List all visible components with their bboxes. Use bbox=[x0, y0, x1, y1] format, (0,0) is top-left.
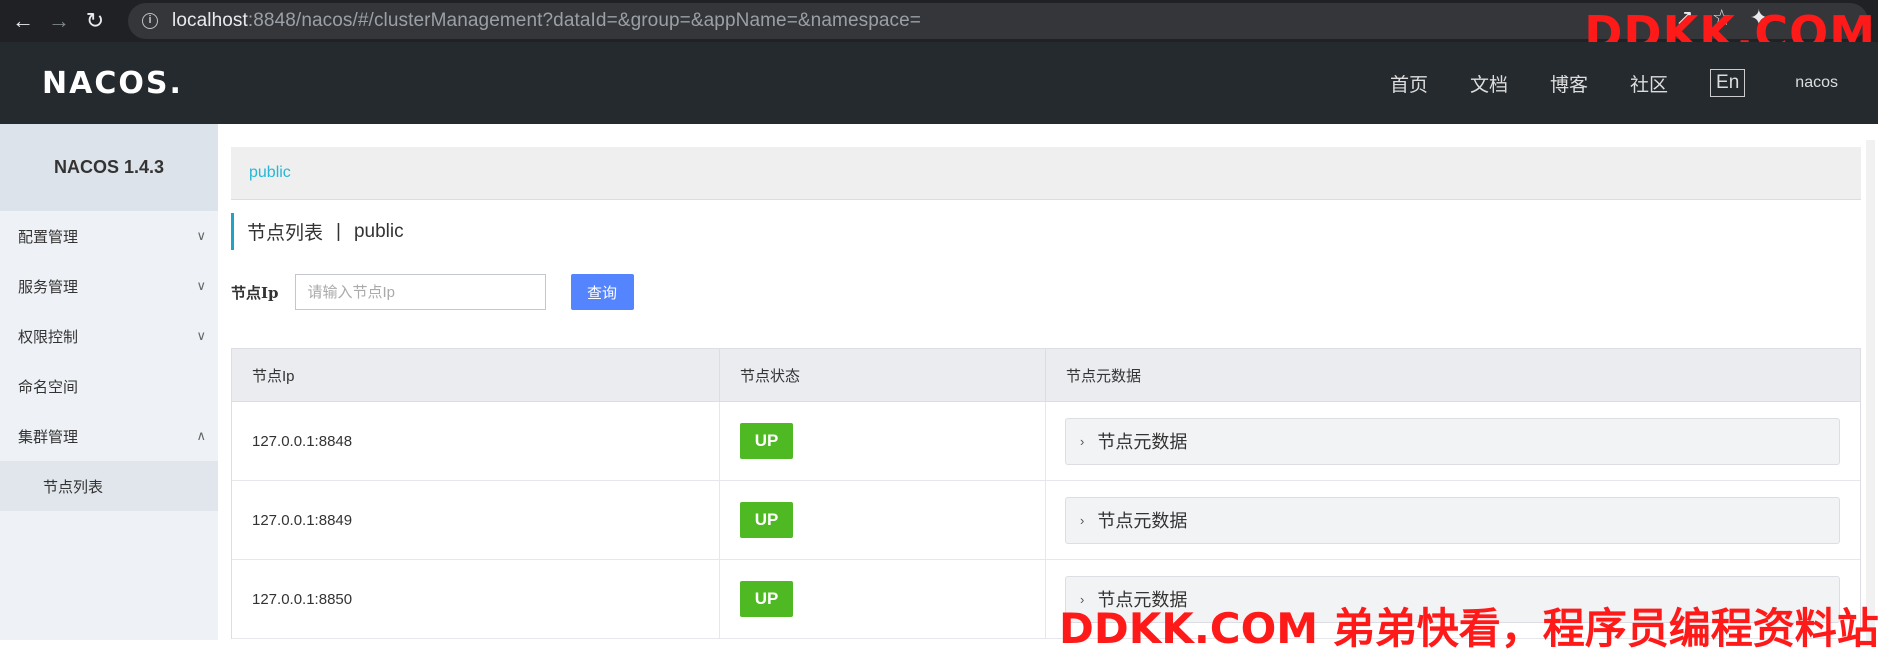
browser-toolbar: ← → ↻ i localhost:8848/nacos/#/clusterMa… bbox=[0, 0, 1878, 60]
metadata-label: 节点元数据 bbox=[1097, 432, 1188, 452]
sidebar-item-config[interactable]: 配置管理 ∨ bbox=[0, 211, 218, 261]
user-menu[interactable]: nacos bbox=[1795, 74, 1838, 92]
nav-community[interactable]: 社区 bbox=[1630, 70, 1668, 97]
chevron-down-icon: ∨ bbox=[196, 328, 206, 343]
metadata-label: 节点元数据 bbox=[1097, 511, 1188, 531]
node-ip-input[interactable] bbox=[294, 274, 546, 310]
page-scrollbar[interactable] bbox=[1866, 140, 1875, 640]
metadata-collapse[interactable]: › 节点元数据 bbox=[1065, 417, 1840, 465]
back-icon[interactable]: ← bbox=[10, 8, 36, 34]
chevron-down-icon: ∨ bbox=[196, 228, 206, 243]
page-title: 节点列表 | public bbox=[231, 213, 404, 250]
url-text: localhost:8848/nacos/#/clusterManagement… bbox=[172, 10, 921, 32]
table-header: 节点Ip 节点状态 节点元数据 bbox=[232, 349, 1860, 402]
query-button[interactable]: 查询 bbox=[570, 274, 634, 310]
status-badge: UP bbox=[740, 581, 793, 617]
namespace-bar: public bbox=[231, 147, 1861, 200]
sidebar-item-namespace[interactable]: 命名空间 bbox=[0, 361, 218, 411]
sidebar-item-label: 服务管理 bbox=[18, 278, 79, 296]
sidebar-item-label: 配置管理 bbox=[18, 228, 79, 246]
chevron-right-icon: › bbox=[1080, 512, 1085, 528]
app-header: NACOS. 首页 文档 博客 社区 En nacos bbox=[0, 42, 1878, 124]
node-ip-cell: 127.0.0.1:8849 bbox=[232, 481, 720, 559]
namespace-link[interactable]: public bbox=[249, 164, 291, 182]
column-header-ip: 节点Ip bbox=[232, 349, 720, 401]
sidebar-item-label: 权限控制 bbox=[18, 328, 79, 346]
page-title-namespace: public bbox=[353, 220, 404, 242]
chevron-up-icon: ∧ bbox=[196, 428, 206, 443]
column-header-metadata: 节点元数据 bbox=[1066, 367, 1142, 385]
nav-home[interactable]: 首页 bbox=[1390, 70, 1428, 97]
sidebar-item-service[interactable]: 服务管理 ∨ bbox=[0, 261, 218, 311]
status-badge: UP bbox=[740, 423, 793, 459]
node-ip-cell: 127.0.0.1:8850 bbox=[232, 560, 720, 638]
site-info-icon[interactable]: i bbox=[142, 13, 158, 29]
nav-docs[interactable]: 文档 bbox=[1470, 70, 1508, 97]
sidebar-item-label: 命名空间 bbox=[18, 378, 79, 396]
metadata-cell: › 节点元数据 bbox=[1046, 481, 1860, 559]
sidebar: NACOS 1.4.3 配置管理 ∨ 服务管理 ∨ 权限控制 ∨ 命名空间 集群… bbox=[0, 124, 218, 640]
sidebar-item-label: 集群管理 bbox=[18, 428, 79, 446]
status-cell: UP bbox=[720, 402, 1046, 480]
status-badge: UP bbox=[740, 502, 793, 538]
node-ip-cell: 127.0.0.1:8848 bbox=[232, 402, 720, 480]
watermark-bottom: DDKK.COM 弟弟快看，程序员编程资料站 bbox=[1059, 604, 1878, 653]
sidebar-item-cluster[interactable]: 集群管理 ∧ bbox=[0, 411, 218, 461]
title-separator: | bbox=[336, 220, 341, 242]
nacos-logo[interactable]: NACOS. bbox=[42, 66, 183, 101]
sidebar-subitem-node-list[interactable]: 节点列表 bbox=[0, 461, 218, 511]
search-form: 节点Ip 查询 bbox=[231, 274, 634, 310]
search-label: 节点Ip bbox=[231, 283, 279, 302]
page-title-text: 节点列表 bbox=[247, 223, 324, 244]
column-header-status: 节点状态 bbox=[720, 349, 1046, 401]
reload-icon[interactable]: ↻ bbox=[82, 8, 108, 34]
nav-blog[interactable]: 博客 bbox=[1550, 70, 1588, 97]
status-cell: UP bbox=[720, 481, 1046, 559]
metadata-cell: › 节点元数据 bbox=[1046, 402, 1860, 480]
chevron-down-icon: ∨ bbox=[196, 278, 206, 293]
metadata-collapse[interactable]: › 节点元数据 bbox=[1065, 496, 1840, 544]
top-nav: 首页 文档 博客 社区 En nacos bbox=[1348, 42, 1856, 124]
forward-icon[interactable]: → bbox=[46, 8, 72, 34]
status-cell: UP bbox=[720, 560, 1046, 638]
url-path: :8848/nacos/#/clusterManagement?dataId=&… bbox=[247, 10, 922, 31]
main-content: public 节点列表 | public 节点Ip 查询 节点Ip 节点状态 节… bbox=[231, 124, 1861, 640]
sidebar-item-auth[interactable]: 权限控制 ∨ bbox=[0, 311, 218, 361]
chevron-right-icon: › bbox=[1080, 433, 1085, 449]
language-toggle[interactable]: En bbox=[1710, 69, 1746, 97]
table-row: 127.0.0.1:8848 UP › 节点元数据 bbox=[232, 402, 1860, 481]
table-row: 127.0.0.1:8849 UP › 节点元数据 bbox=[232, 481, 1860, 560]
url-host: localhost bbox=[172, 10, 248, 31]
sidebar-version: NACOS 1.4.3 bbox=[0, 124, 218, 211]
